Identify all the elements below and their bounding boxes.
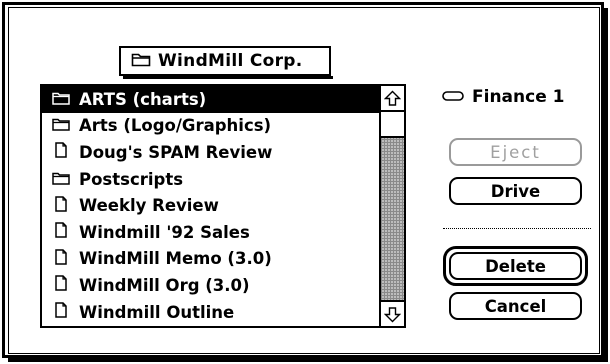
folder-popup-label: WindMill Corp.: [158, 51, 303, 71]
list-item-arts-charts[interactable]: ARTS (charts): [42, 86, 379, 113]
file-list-items: ARTS (charts) Arts (Logo/Graphics) Doug'…: [42, 86, 379, 325]
list-item-label: WindMill Org (3.0): [79, 275, 250, 295]
scrollbar-track[interactable]: [381, 110, 404, 302]
document-icon: [52, 275, 70, 295]
document-icon: [52, 142, 70, 162]
list-item-windmill-outline[interactable]: Windmill Outline: [42, 299, 379, 326]
folder-icon: [131, 51, 151, 71]
document-icon: [52, 302, 70, 322]
list-item-label: Weekly Review: [79, 196, 219, 216]
folder-popup-menu[interactable]: WindMill Corp.: [119, 46, 331, 76]
list-item-arts-logo-graphics[interactable]: Arts (Logo/Graphics): [42, 113, 379, 140]
list-item-label: Arts (Logo/Graphics): [79, 116, 272, 136]
folder-icon: [52, 116, 70, 135]
list-item-label: Windmill Outline: [79, 302, 235, 322]
list-item-label: ARTS (charts): [79, 89, 207, 109]
list-item-label: Doug's SPAM Review: [79, 142, 273, 162]
list-item-label: WindMill Memo (3.0): [79, 249, 272, 269]
list-item-weekly-review[interactable]: Weekly Review: [42, 192, 379, 219]
list-item-label: Postscripts: [79, 169, 184, 189]
eject-button[interactable]: Eject: [449, 138, 582, 166]
list-item-windmill-org[interactable]: WindMill Org (3.0): [42, 272, 379, 299]
file-list-scrollbar[interactable]: [379, 86, 404, 326]
disk-label: Finance 1: [472, 87, 565, 107]
document-icon: [52, 195, 70, 216]
button-separator: [443, 228, 591, 229]
list-item-postscripts[interactable]: Postscripts: [42, 166, 379, 193]
list-item-windmill-92-sales[interactable]: Windmill '92 Sales: [42, 219, 379, 246]
document-icon: [52, 222, 70, 242]
scrollbar-thumb[interactable]: [381, 110, 404, 138]
folder-icon: [52, 170, 70, 189]
document-icon: [52, 249, 70, 269]
list-item-dougs-spam-review[interactable]: Doug's SPAM Review: [42, 139, 379, 166]
folder-popup-shadow: [123, 76, 333, 79]
list-item-windmill-memo[interactable]: WindMill Memo (3.0): [42, 246, 379, 273]
current-disk: Finance 1: [442, 87, 564, 107]
dialog-shadow-bottom: [8, 358, 608, 362]
scroll-down-arrow-icon[interactable]: [381, 300, 404, 326]
dialog-shadow-right: [604, 8, 608, 362]
drive-button[interactable]: Drive: [449, 177, 582, 205]
list-item-label: Windmill '92 Sales: [79, 222, 250, 242]
folder-icon: [52, 90, 70, 109]
delete-button[interactable]: Delete: [449, 252, 582, 280]
disk-icon: [442, 87, 464, 107]
cancel-button[interactable]: Cancel: [449, 292, 582, 320]
scroll-up-arrow-icon[interactable]: [381, 86, 404, 112]
file-list[interactable]: ARTS (charts) Arts (Logo/Graphics) Doug'…: [40, 84, 406, 328]
